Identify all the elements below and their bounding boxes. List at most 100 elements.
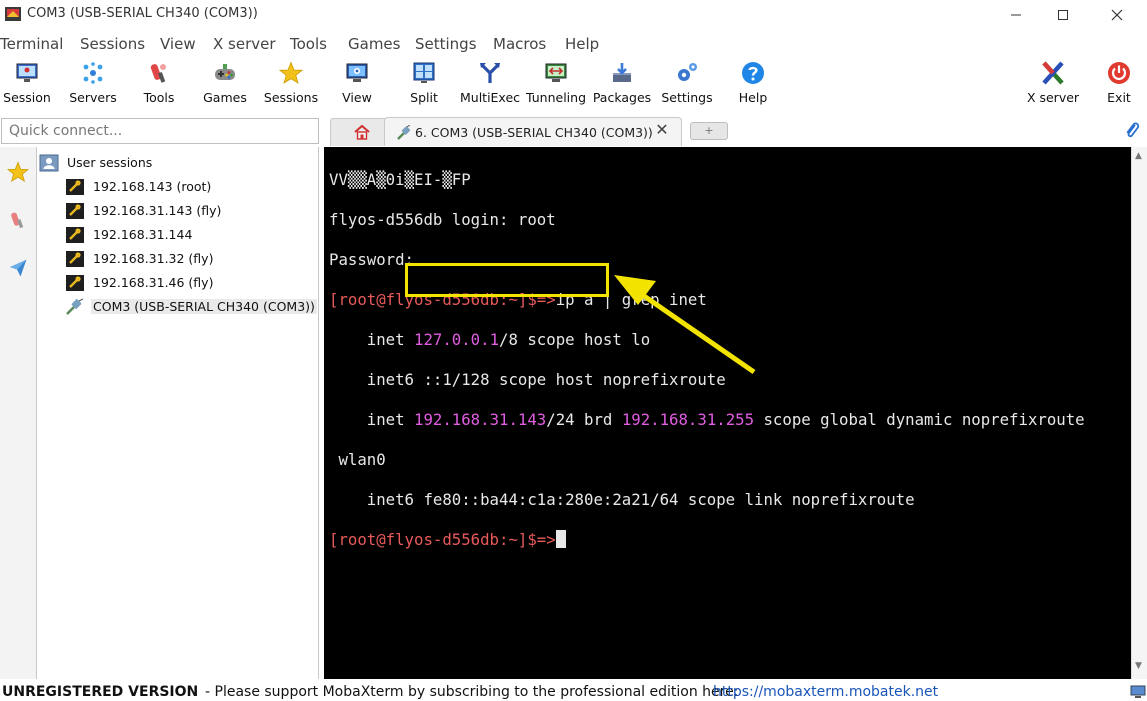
status-registration: UNREGISTERED VERSION: [2, 684, 199, 700]
tunneling-icon: [545, 63, 567, 82]
tree-session-label: COM3 (USB-SERIAL CH340 (COM3)): [91, 299, 317, 314]
home-icon: [354, 124, 370, 140]
terminal-cursor: [555, 530, 566, 548]
ssh-key-icon: [66, 275, 84, 291]
menu-settings[interactable]: Settings: [415, 35, 477, 53]
sidebar-strip: [0, 147, 37, 679]
terminal-text: flyos-d556db login: root: [329, 210, 556, 229]
terminal-line: inet 127.0.0.1/8 scope host lo: [329, 330, 1085, 350]
ssh-key-icon: [66, 251, 84, 267]
tools-icon: [150, 64, 166, 83]
mobaxterm-app-icon: [5, 7, 21, 21]
exit-button[interactable]: Exit: [1084, 58, 1147, 110]
split-icon: [413, 62, 435, 83]
help-label: Help: [738, 90, 768, 105]
terminal-prompt: [root@flyos-d556db:~]$=>: [329, 290, 556, 309]
sidebar-macros-button[interactable]: [0, 245, 36, 291]
toolbar: Session Servers Tools Games Sessions Vie…: [0, 58, 1147, 112]
tools-icon: [11, 212, 24, 229]
tree-session-label: 192.168.143 (root): [93, 179, 212, 194]
terminal-text: inet6 fe80::ba44:c1a:280e:2a21/64 scope …: [329, 490, 915, 509]
terminal-prompt: [root@flyos-d556db:~]$=>: [329, 530, 556, 549]
ssh-key-icon: [66, 179, 84, 195]
terminal-ip: 192.168.31.143: [414, 410, 547, 429]
terminal-text: wlan0: [329, 450, 386, 469]
menu-macros[interactable]: Macros: [493, 35, 546, 53]
terminal-output: VV▒▒A▒0i▒EI-▒FP flyos-d556db login: root…: [329, 150, 1085, 590]
menu-sessions[interactable]: Sessions: [80, 35, 145, 53]
star-icon: [279, 61, 303, 84]
tab-bar: 6. COM3 (USB-SERIAL CH340 (COM3)) ✕ +: [324, 116, 1147, 146]
terminal-ip: 127.0.0.1: [414, 330, 500, 349]
sidebar-tools-button[interactable]: [0, 197, 36, 243]
terminal-text: inet: [329, 330, 415, 349]
tree-user-sessions-label: User sessions: [67, 155, 153, 170]
new-tab-button[interactable]: +: [690, 122, 728, 140]
terminal-line: inet6 fe80::ba44:c1a:280e:2a21/64 scope …: [329, 490, 1085, 510]
terminal-line: wlan0: [329, 450, 1085, 470]
terminal-text: /24 brd: [546, 410, 622, 429]
ssh-key-icon: [66, 227, 84, 243]
help-button[interactable]: Help: [718, 58, 788, 110]
tab-com3[interactable]: 6. COM3 (USB-SERIAL CH340 (COM3)): [384, 117, 682, 146]
tree-session-label: 192.168.31.46 (fly): [93, 275, 214, 290]
terminal-text: VV▒▒A▒0i▒EI-▒FP: [329, 170, 471, 189]
menu-bar: Terminal Sessions View X server Tools Ga…: [0, 33, 1147, 55]
menu-help[interactable]: Help: [565, 35, 599, 53]
terminal-text: /8 scope host lo: [499, 330, 651, 349]
tab-home[interactable]: [330, 118, 390, 146]
terminal-line: inet 192.168.31.143/24 brd 192.168.31.25…: [329, 410, 1085, 430]
terminal-scrollbar[interactable]: ▲ ▼: [1131, 147, 1147, 679]
star-icon: [7, 161, 29, 182]
gears-icon: [678, 63, 697, 81]
view-monitor-icon: [346, 63, 368, 82]
status-bar: UNREGISTERED VERSION - Please support Mo…: [0, 682, 1147, 701]
tree-session-label: 192.168.31.143 (fly): [93, 203, 222, 218]
scroll-up-icon[interactable]: ▲: [1135, 151, 1142, 161]
quick-connect-input[interactable]: [1, 118, 319, 144]
close-icon[interactable]: [1094, 0, 1140, 30]
terminal-text: Password:: [329, 250, 415, 269]
terminal-text: scope global dynamic noprefixroute: [754, 410, 1085, 429]
terminal-command: ip a | grep inet: [555, 290, 707, 309]
menu-tools[interactable]: Tools: [290, 35, 327, 53]
maximize-icon[interactable]: [1040, 0, 1086, 30]
tree-session-label: 192.168.31.32 (fly): [93, 251, 214, 266]
session-monitor-icon: [16, 63, 38, 82]
help-icon: [742, 62, 764, 84]
paperclip-icon[interactable]: [1124, 120, 1140, 140]
session-tree: User sessions 192.168.143 (root) 192.168…: [37, 147, 319, 679]
tab-close-icon[interactable]: ✕: [654, 122, 670, 138]
terminal-ip: 192.168.31.255: [621, 410, 755, 429]
minimize-icon[interactable]: [993, 0, 1039, 30]
status-message: - Please support MobaXterm by subscribin…: [205, 684, 739, 700]
serial-plug-icon: [66, 298, 84, 315]
tab-com3-label: 6. COM3 (USB-SERIAL CH340 (COM3)): [415, 125, 653, 140]
exit-label: Exit: [1107, 90, 1131, 105]
terminal-line: inet6 ::1/128 scope host noprefixroute: [329, 370, 1085, 390]
menu-view[interactable]: View: [160, 35, 196, 53]
ssh-key-icon: [66, 203, 84, 219]
user-folder-icon: [39, 154, 59, 172]
terminal-text: inet6 ::1/128 scope host noprefixroute: [329, 370, 726, 389]
power-icon: [1108, 62, 1130, 84]
x-server-icon: [1042, 61, 1064, 85]
terminal-line: [root@flyos-d556db:~]$=>: [329, 530, 1085, 550]
tree-session-label: 192.168.31.144: [93, 227, 193, 242]
menu-games[interactable]: Games: [348, 35, 400, 53]
terminal-line: flyos-d556db login: root: [329, 210, 1085, 230]
terminal-view[interactable]: VV▒▒A▒0i▒EI-▒FP flyos-d556db login: root…: [324, 147, 1131, 679]
paper-plane-icon: [9, 259, 27, 277]
terminal-line: Password:: [329, 250, 1085, 270]
terminal-text: inet: [329, 410, 415, 429]
sidebar-sessions-button[interactable]: [0, 149, 36, 195]
menu-terminal[interactable]: Terminal: [0, 35, 63, 53]
status-link[interactable]: https://mobaxterm.mobatek.net: [713, 684, 938, 700]
terminal-line: VV▒▒A▒0i▒EI-▒FP: [329, 170, 1085, 190]
gamepad-icon: [215, 64, 235, 80]
servers-icon: [83, 62, 103, 84]
window-title: COM3 (USB-SERIAL CH340 (COM3)): [27, 6, 258, 21]
monitor-icon[interactable]: [1130, 685, 1146, 699]
scroll-down-icon[interactable]: ▼: [1135, 661, 1142, 671]
menu-x-server[interactable]: X server: [213, 35, 276, 53]
